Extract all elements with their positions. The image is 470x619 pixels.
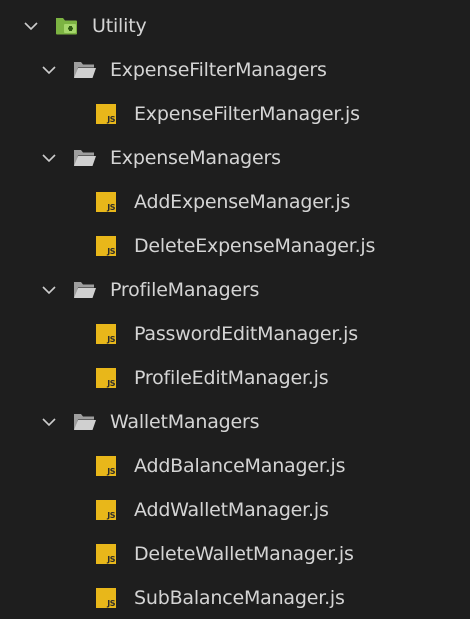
tree-item-label: ProfileEditManager.js <box>134 367 329 389</box>
javascript-file-icon: JS <box>96 192 116 212</box>
tree-item-label: ExpenseFilterManagers <box>110 59 327 81</box>
tree-item-file[interactable]: JS SubBalanceManager.js <box>0 576 470 619</box>
javascript-file-icon: JS <box>96 544 116 564</box>
tree-item-profile-managers[interactable]: ProfileManagers <box>0 268 470 312</box>
folder-open-icon <box>72 411 98 433</box>
tree-item-label: DeleteExpenseManager.js <box>134 235 376 257</box>
tree-item-file[interactable]: JS DeleteExpenseManager.js <box>0 224 470 268</box>
tree-item-file[interactable]: JS ProfileEditManager.js <box>0 356 470 400</box>
tree-item-label: WalletManagers <box>110 411 260 433</box>
chevron-down-icon[interactable] <box>40 281 58 299</box>
tree-item-label: ProfileManagers <box>110 279 260 301</box>
tree-item-expense-managers[interactable]: ExpenseManagers <box>0 136 470 180</box>
tree-item-label: SubBalanceManager.js <box>134 587 345 609</box>
tree-item-wallet-managers[interactable]: WalletManagers <box>0 400 470 444</box>
tree-item-label: AddWalletManager.js <box>134 499 329 521</box>
tree-item-label: Utility <box>92 15 147 37</box>
file-explorer-tree: Utility ExpenseFilterManagers JS Expense… <box>0 0 470 619</box>
chevron-down-icon[interactable] <box>40 61 58 79</box>
tree-item-label: ExpenseManagers <box>110 147 281 169</box>
folder-open-icon <box>72 279 98 301</box>
folder-open-icon <box>72 147 98 169</box>
javascript-file-icon: JS <box>96 368 116 388</box>
folder-open-icon <box>72 59 98 81</box>
tree-item-label: DeleteWalletManager.js <box>134 543 354 565</box>
javascript-file-icon: JS <box>96 236 116 256</box>
tree-item-file[interactable]: JS PasswordEditManager.js <box>0 312 470 356</box>
tree-item-file[interactable]: JS DeleteWalletManager.js <box>0 532 470 576</box>
tree-item-file[interactable]: JS AddWalletManager.js <box>0 488 470 532</box>
folder-open-icon <box>54 15 80 37</box>
tree-item-expense-filter-managers[interactable]: ExpenseFilterManagers <box>0 48 470 92</box>
tree-item-file[interactable]: JS AddBalanceManager.js <box>0 444 470 488</box>
tree-item-label: ExpenseFilterManager.js <box>134 103 360 125</box>
chevron-down-icon[interactable] <box>22 17 40 35</box>
javascript-file-icon: JS <box>96 104 116 124</box>
tree-item-utility[interactable]: Utility <box>0 4 470 48</box>
javascript-file-icon: JS <box>96 324 116 344</box>
javascript-file-icon: JS <box>96 500 116 520</box>
tree-item-label: AddExpenseManager.js <box>134 191 351 213</box>
javascript-file-icon: JS <box>96 588 116 608</box>
javascript-file-icon: JS <box>96 456 116 476</box>
tree-item-file[interactable]: JS ExpenseFilterManager.js <box>0 92 470 136</box>
chevron-down-icon[interactable] <box>40 413 58 431</box>
chevron-down-icon[interactable] <box>40 149 58 167</box>
tree-item-label: AddBalanceManager.js <box>134 455 346 477</box>
tree-item-file[interactable]: JS AddExpenseManager.js <box>0 180 470 224</box>
tree-item-label: PasswordEditManager.js <box>134 323 358 345</box>
